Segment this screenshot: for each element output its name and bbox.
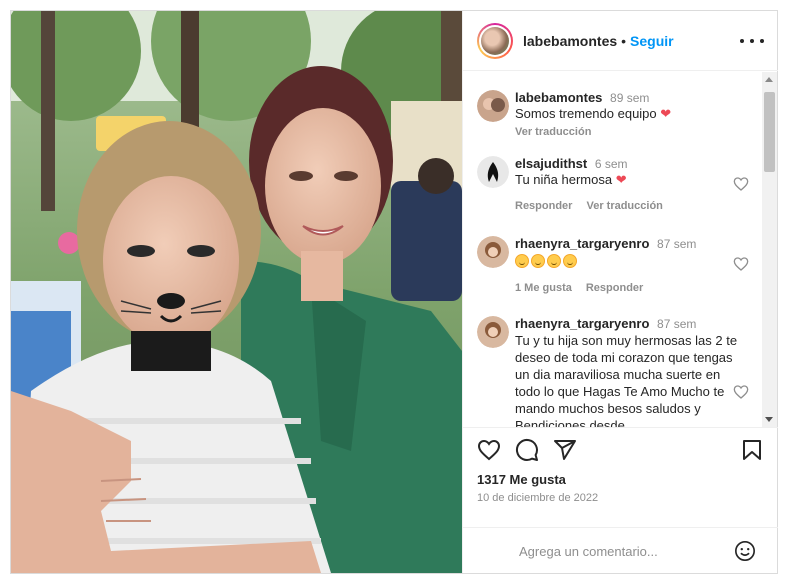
comment-username[interactable]: rhaenyra_targaryenro (515, 236, 649, 251)
see-translation-link[interactable]: Ver traducción (515, 124, 745, 140)
smiley-icon[interactable] (734, 540, 756, 562)
see-translation-link[interactable]: Ver traducción (586, 198, 662, 214)
bookmark-icon[interactable] (740, 438, 764, 462)
post-actions: 1317 Me gusta 10 de diciembre de 2022 (463, 427, 778, 527)
post-date: 10 de diciembre de 2022 (477, 492, 599, 504)
red-heart-emoji: ❤ (615, 172, 627, 187)
comment-text: Somos tremendo equipo (515, 106, 657, 121)
post-author-username[interactable]: labebamontes (523, 33, 617, 49)
comment-item: rhaenyra_targaryenro 87 sem Tu y tu hija… (477, 316, 767, 427)
post-photo-illustration (11, 11, 462, 573)
post-header: labebamontes • Seguir (463, 11, 778, 71)
comments-list[interactable]: labebamontes 89 sem Somos tremendo equip… (463, 72, 778, 427)
comment-time: 6 sem (594, 157, 628, 171)
comment-time: 87 sem (657, 317, 697, 331)
action-buttons (477, 438, 577, 462)
add-comment-input[interactable] (463, 538, 723, 564)
likes-count[interactable]: 1317 Me gusta (477, 472, 566, 487)
comment-item: rhaenyra_targaryenro 87 sem 1 Me gusta R… (477, 236, 767, 296)
comment-username[interactable]: labebamontes (515, 90, 602, 105)
instagram-post-modal: labebamontes • Seguir labebamontes 89 se… (10, 10, 778, 574)
comment-text: Tu niña hermosa (515, 172, 613, 187)
comment-actions: Responder Ver traducción (515, 198, 745, 214)
comment-likes-count[interactable]: 1 Me gusta (515, 280, 572, 296)
comment-username[interactable]: rhaenyra_targaryenro (515, 316, 649, 331)
comment-actions: 1 Me gusta Responder (515, 280, 745, 296)
comment-username[interactable]: elsajudithst (515, 156, 587, 171)
reply-button[interactable]: Responder (515, 198, 572, 214)
post-sidebar: labebamontes • Seguir labebamontes 89 se… (462, 11, 778, 573)
more-horizontal-icon[interactable] (740, 33, 764, 49)
like-comment-heart-icon[interactable] (733, 384, 749, 400)
grinning-emoji-icon (515, 254, 529, 268)
grinning-emoji-icon (531, 254, 545, 268)
scroll-thumb[interactable] (764, 92, 775, 172)
grinning-emoji-icon (563, 254, 577, 268)
comment-avatar[interactable] (477, 316, 509, 348)
separator-dot: • (621, 32, 627, 49)
grinning-emoji-icon (547, 254, 561, 268)
comment-time: 89 sem (610, 91, 650, 105)
profile-avatar[interactable] (477, 22, 513, 59)
follow-button[interactable]: Seguir (630, 33, 674, 49)
comment-avatar[interactable] (477, 90, 509, 122)
reply-button[interactable]: Responder (586, 280, 643, 296)
like-comment-heart-icon[interactable] (733, 256, 749, 272)
comment-avatar[interactable] (477, 156, 509, 188)
add-comment-bar (463, 527, 778, 573)
red-heart-emoji: ❤ (660, 106, 672, 121)
emoji-row (515, 254, 745, 270)
comment-item: elsajudithst 6 sem Tu niña hermosa ❤ Res… (477, 156, 767, 214)
like-comment-heart-icon[interactable] (733, 176, 749, 192)
scroll-up-arrow-icon[interactable] (765, 77, 773, 82)
comment-icon[interactable] (515, 438, 539, 462)
post-photo[interactable] (11, 11, 462, 573)
comment-text: Tu y tu hija son muy hermosas las 2 te d… (515, 333, 738, 427)
share-icon[interactable] (553, 438, 577, 462)
heart-icon[interactable] (477, 438, 501, 462)
comment-time: 87 sem (657, 237, 697, 251)
comment-avatar[interactable] (477, 236, 509, 268)
comment-item: labebamontes 89 sem Somos tremendo equip… (477, 90, 767, 140)
comments-scrollbar[interactable] (762, 72, 777, 427)
scroll-down-arrow-icon[interactable] (765, 417, 773, 422)
